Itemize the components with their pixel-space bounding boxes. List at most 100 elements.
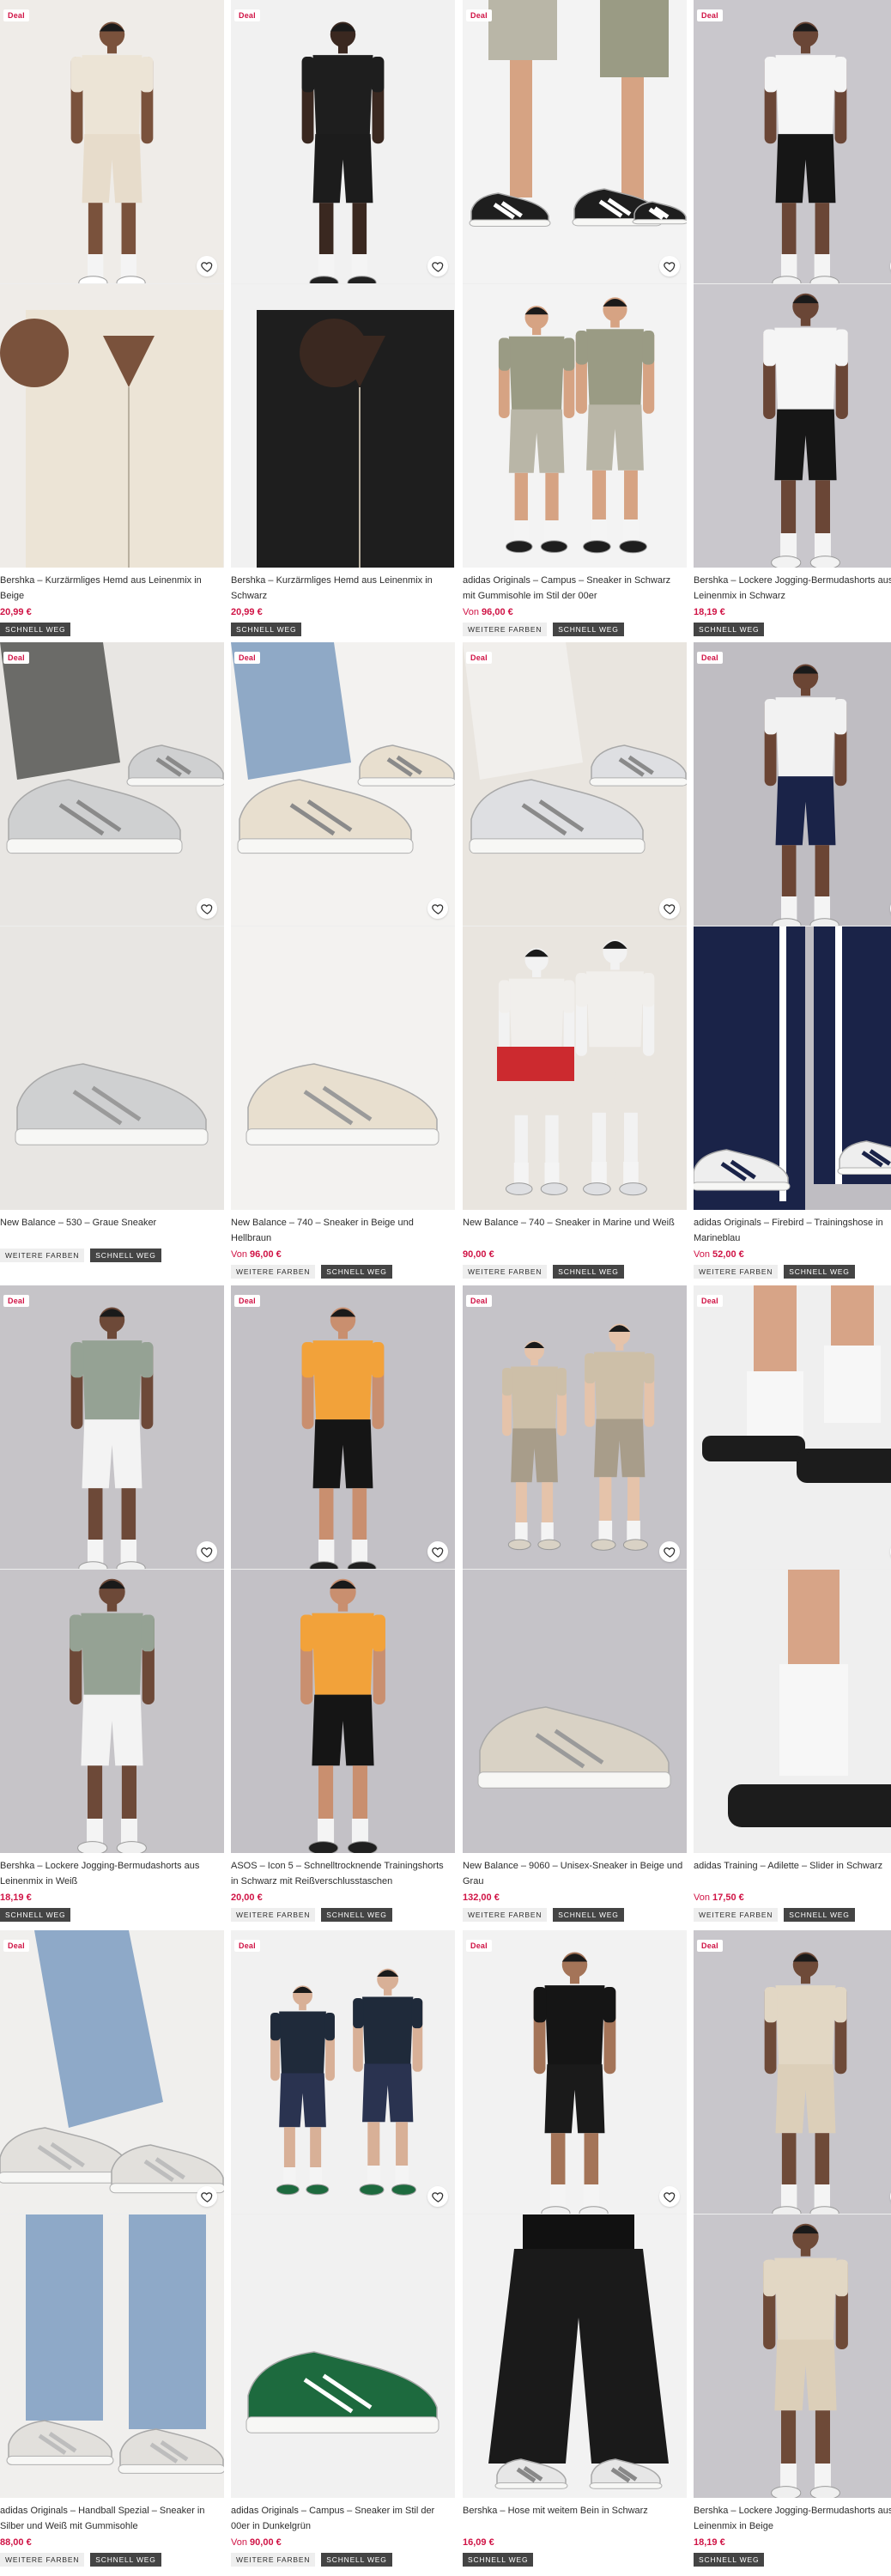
save-for-later-heart-icon[interactable] [427, 2186, 448, 2207]
product-card[interactable]: Deal adidas Originals – Campus – Sneaker … [231, 1930, 455, 2567]
deal-badge: Deal [234, 1940, 260, 1952]
product-image[interactable]: Deal [231, 1285, 455, 1853]
more-colours-badge: WEITERE FARBEN [463, 1908, 548, 1922]
product-title[interactable]: New Balance – 740 – Sneaker in Beige und… [231, 1215, 453, 1246]
product-image[interactable]: Deal [231, 0, 455, 568]
save-for-later-heart-icon[interactable] [659, 898, 680, 919]
product-card[interactable]: Deal adidas Originals – Handball Spezial … [0, 1930, 224, 2567]
product-image[interactable]: Deal [0, 0, 224, 568]
product-title[interactable]: Bershka – Lockere Jogging-Bermudashorts … [694, 2503, 891, 2534]
product-card[interactable]: Deal New Balance – 530 – Graue Sneaker WEI… [0, 642, 224, 1262]
product-card[interactable]: Deal Bershka – Lockere Jogging-Bermudasho… [694, 1930, 891, 2567]
product-title[interactable]: Bershka – Kurzärmliges Hemd aus Leinenmi… [231, 573, 453, 604]
deal-badge: Deal [234, 652, 260, 664]
deal-badge: Deal [3, 1295, 29, 1307]
product-card[interactable]: Deal ASOS – Icon 5 – Schnelltrocknende Tr… [231, 1285, 455, 1922]
selling-fast-badge: SCHNELL WEG [90, 2553, 161, 2567]
product-photo-main [694, 0, 891, 283]
product-price: Von 17,50 € [694, 1890, 891, 1905]
product-title[interactable]: ASOS – Icon 5 – Schnelltrocknende Traini… [231, 1858, 453, 1889]
product-photo-main [694, 1930, 891, 2214]
product-title[interactable]: Bershka – Kurzärmliges Hemd aus Leinenmi… [0, 573, 222, 604]
product-price: Von 52,00 € [694, 1247, 891, 1262]
price-value: 18,19 € [694, 607, 725, 617]
product-price: Von 96,00 € [463, 605, 687, 620]
save-for-later-heart-icon[interactable] [197, 256, 217, 276]
price-value: 90,00 € [463, 1249, 494, 1260]
product-card[interactable]: Deal Bershka – Lockere Jogging-Bermudasho… [694, 0, 891, 636]
product-title[interactable]: New Balance – 740 – Sneaker in Marine un… [463, 1215, 685, 1246]
product-title[interactable]: Bershka – Lockere Jogging-Bermudashorts … [694, 573, 891, 604]
product-image[interactable]: Deal [694, 1285, 891, 1853]
product-image[interactable]: Deal [694, 0, 891, 568]
product-card[interactable]: Deal New Balance – 9060 – Unisex-Sneaker … [463, 1285, 687, 1922]
deal-badge: Deal [3, 9, 29, 21]
deal-badge: Deal [466, 1940, 492, 1952]
product-image[interactable]: Deal [694, 642, 891, 1210]
product-image[interactable]: Deal [463, 1285, 687, 1853]
product-badges: SCHNELL WEG [694, 623, 891, 636]
product-photo-alt [694, 1570, 891, 1853]
product-photo-main [463, 1930, 687, 2214]
product-title[interactable]: New Balance – 9060 – Unisex-Sneaker in B… [463, 1858, 685, 1889]
product-card[interactable]: Deal adidas Originals – Firebird – Traini… [694, 642, 891, 1279]
price-prefix: Von [694, 1249, 713, 1260]
product-card[interactable]: Deal Bershka – Kurzärmliges Hemd aus Lein… [231, 0, 455, 636]
product-price: Von 96,00 € [231, 1247, 455, 1262]
product-card[interactable]: Deal Bershka – Kurzärmliges Hemd aus Lein… [0, 0, 224, 636]
product-badges: WEITERE FARBEN SCHNELL WEG [0, 1249, 224, 1262]
product-title[interactable]: adidas Originals – Campus – Sneaker in S… [463, 573, 685, 604]
product-image[interactable]: Deal [463, 642, 687, 1210]
product-title[interactable]: adidas Originals – Campus – Sneaker im S… [231, 2503, 453, 2534]
product-badges: SCHNELL WEG [231, 623, 455, 636]
selling-fast-badge: SCHNELL WEG [0, 623, 71, 636]
product-title[interactable]: adidas Originals – Firebird – Trainingsh… [694, 1215, 891, 1246]
product-title[interactable]: New Balance – 530 – Graue Sneaker [0, 1215, 222, 1246]
save-for-later-heart-icon[interactable] [197, 2186, 217, 2207]
product-image[interactable]: Deal [463, 0, 687, 568]
product-card[interactable]: Deal New Balance – 740 – Sneaker in Beige… [231, 642, 455, 1279]
product-card[interactable]: Deal Bershka – Hose mit weitem Bein in Sc… [463, 1930, 687, 2567]
product-title[interactable]: Bershka – Hose mit weitem Bein in Schwar… [463, 2503, 685, 2534]
product-image[interactable]: Deal [0, 642, 224, 1210]
product-card[interactable]: Deal adidas Originals – Campus – Sneaker … [463, 0, 687, 636]
save-for-later-heart-icon[interactable] [427, 256, 448, 276]
save-for-later-heart-icon[interactable] [659, 2186, 680, 2207]
deal-badge: Deal [3, 652, 29, 664]
save-for-later-heart-icon[interactable] [197, 898, 217, 919]
selling-fast-badge: SCHNELL WEG [0, 1908, 71, 1922]
product-image[interactable]: Deal [231, 1930, 455, 2498]
save-for-later-heart-icon[interactable] [427, 1541, 448, 1562]
product-badges: WEITERE FARBEN SCHNELL WEG [463, 1265, 687, 1279]
product-photo-main [694, 1285, 891, 1569]
save-for-later-heart-icon[interactable] [659, 1541, 680, 1562]
product-image[interactable]: Deal [0, 1930, 224, 2498]
product-title[interactable]: adidas Training – Adilette – Slider in S… [694, 1858, 891, 1889]
product-card[interactable]: Deal Bershka – Lockere Jogging-Bermudasho… [0, 1285, 224, 1922]
product-card[interactable]: Deal New Balance – 740 – Sneaker in Marin… [463, 642, 687, 1279]
product-photo-alt [231, 2215, 455, 2498]
product-photo-main [231, 1930, 455, 2214]
product-badges: WEITERE FARBEN SCHNELL WEG [231, 1265, 455, 1279]
product-card[interactable]: Deal adidas Training – Adilette – Slider … [694, 1285, 891, 1922]
product-photo-main [463, 0, 687, 283]
product-photo-alt [463, 927, 687, 1210]
product-photo-main [0, 1285, 224, 1569]
save-for-later-heart-icon[interactable] [197, 1541, 217, 1562]
deal-badge: Deal [697, 652, 723, 664]
product-image[interactable]: Deal [0, 1285, 224, 1853]
product-image[interactable]: Deal [231, 642, 455, 1210]
product-title[interactable]: adidas Originals – Handball Spezial – Sn… [0, 2503, 222, 2534]
price-prefix: Von [231, 2537, 251, 2548]
price-prefix: Von [694, 1893, 713, 1903]
save-for-later-heart-icon[interactable] [659, 256, 680, 276]
save-for-later-heart-icon[interactable] [427, 898, 448, 919]
deal-badge: Deal [466, 9, 492, 21]
product-title[interactable]: Bershka – Lockere Jogging-Bermudashorts … [0, 1858, 222, 1889]
product-price: 88,00 € [0, 2535, 224, 2550]
product-photo-alt [463, 284, 687, 568]
selling-fast-badge: SCHNELL WEG [553, 1908, 624, 1922]
product-image[interactable]: Deal [463, 1930, 687, 2498]
product-badges: SCHNELL WEG [0, 623, 224, 636]
product-image[interactable]: Deal [694, 1930, 891, 2498]
